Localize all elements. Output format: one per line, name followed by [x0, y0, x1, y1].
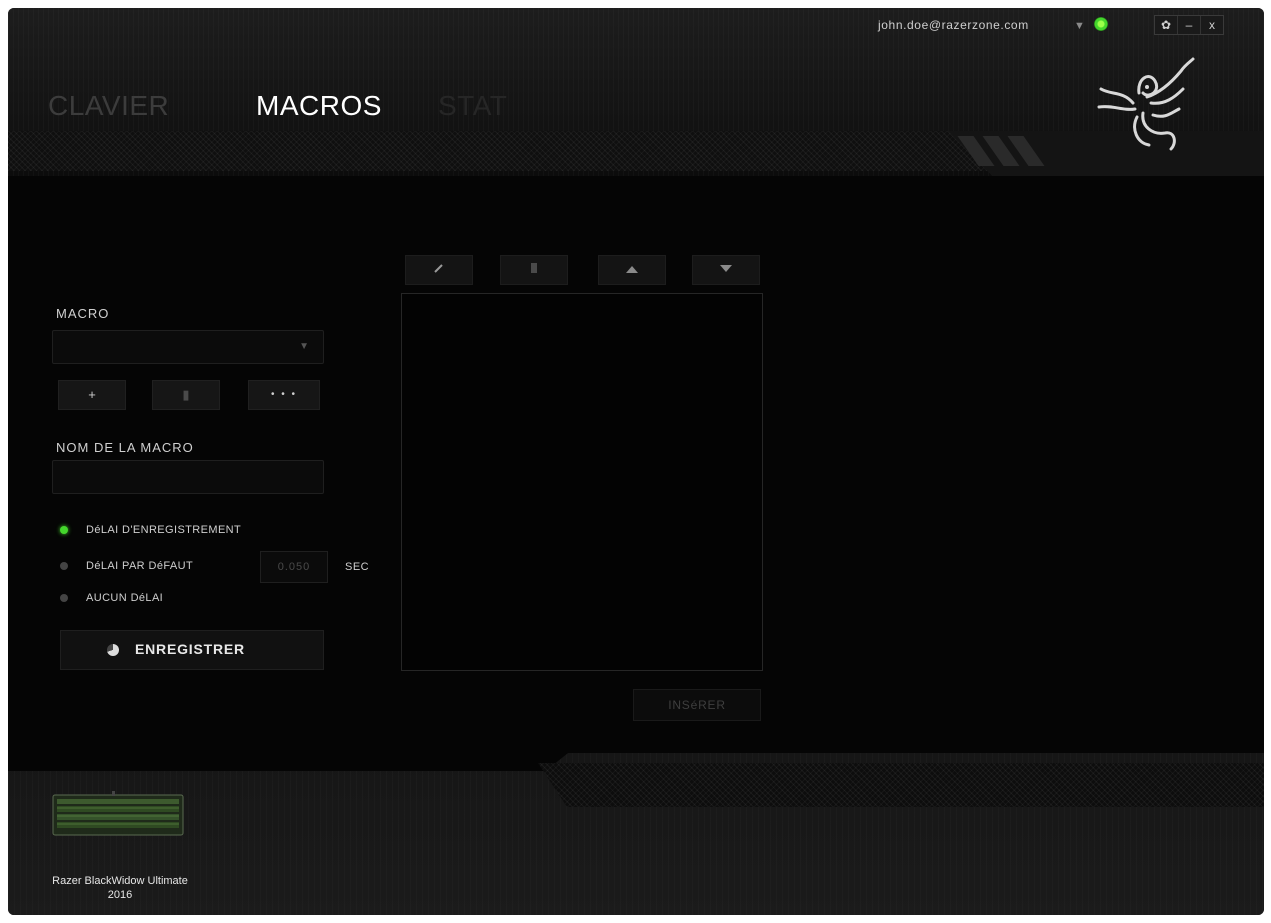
device-name-line1: Razer BlackWidow Ultimate — [52, 875, 188, 887]
trash-icon — [531, 263, 537, 273]
chevron-down-icon[interactable]: ▼ — [1074, 20, 1085, 32]
device-name: Razer BlackWidow Ultimate 2016 — [20, 874, 220, 902]
delay-option-default[interactable]: DéLAI PAR DéFAUT — [60, 560, 193, 572]
macro-name-input[interactable] — [52, 460, 324, 494]
arrow-down-icon — [720, 265, 732, 272]
footer-cut — [8, 753, 568, 771]
macro-event-list[interactable] — [401, 293, 763, 671]
settings-button[interactable]: ✿ — [1155, 16, 1177, 34]
tab-clavier[interactable]: CLAVIER — [48, 90, 169, 122]
razer-logo-icon — [1097, 57, 1195, 151]
macro-name-label: NOM DE LA MACRO — [56, 440, 194, 455]
close-button[interactable]: x — [1200, 16, 1223, 34]
delay-option-none[interactable]: AUCUN DéLAI — [60, 592, 163, 604]
move-up-button[interactable] — [598, 255, 666, 285]
record-button-label: ENREGISTRER — [135, 641, 245, 657]
synapse-window: CLAVIER MACROS STAT john.doe@razerzone.c… — [8, 8, 1264, 915]
delay-option-label: DéLAI D'ENREGISTREMENT — [86, 524, 242, 536]
radio-unselected-icon[interactable] — [60, 562, 68, 570]
tab-stat[interactable]: STAT — [438, 90, 507, 122]
tab-macros[interactable]: MACROS — [256, 90, 382, 122]
keyboard-device-icon[interactable] — [52, 791, 184, 837]
arrow-up-icon — [626, 266, 638, 273]
pencil-icon — [434, 264, 443, 273]
footer-texture-strip — [538, 763, 1264, 807]
delay-option-recorded[interactable]: DéLAI D'ENREGISTREMENT — [60, 524, 241, 536]
online-status-icon[interactable] — [1094, 17, 1108, 31]
macro-select[interactable]: ▼ — [52, 330, 324, 364]
delete-event-button[interactable] — [500, 255, 568, 285]
radio-unselected-icon[interactable] — [60, 594, 68, 602]
chevron-down-icon: ▼ — [299, 341, 309, 352]
default-delay-input[interactable]: 0.050 — [260, 551, 328, 583]
record-button[interactable]: ENREGISTRER — [60, 630, 324, 670]
more-options-button[interactable]: • • • — [248, 380, 320, 410]
insert-button[interactable]: INSéRER — [633, 689, 761, 721]
add-macro-button[interactable]: + — [58, 380, 126, 410]
edit-event-button[interactable] — [405, 255, 473, 285]
radio-selected-icon[interactable] — [60, 526, 68, 534]
delete-macro-button[interactable]: ▮ — [152, 380, 220, 410]
macro-label: MACRO — [56, 306, 110, 321]
device-name-line2: 2016 — [107, 889, 133, 901]
record-icon — [107, 644, 119, 656]
delay-option-label: AUCUN DéLAI — [86, 592, 164, 604]
window-controls: ✿ – x — [1154, 15, 1224, 35]
delay-unit-label: SEC — [345, 561, 370, 573]
move-down-button[interactable] — [692, 255, 760, 285]
delay-option-label: DéLAI PAR DéFAUT — [86, 560, 194, 572]
user-email[interactable]: john.doe@razerzone.com — [878, 18, 1029, 32]
minimize-button[interactable]: – — [1177, 16, 1200, 34]
